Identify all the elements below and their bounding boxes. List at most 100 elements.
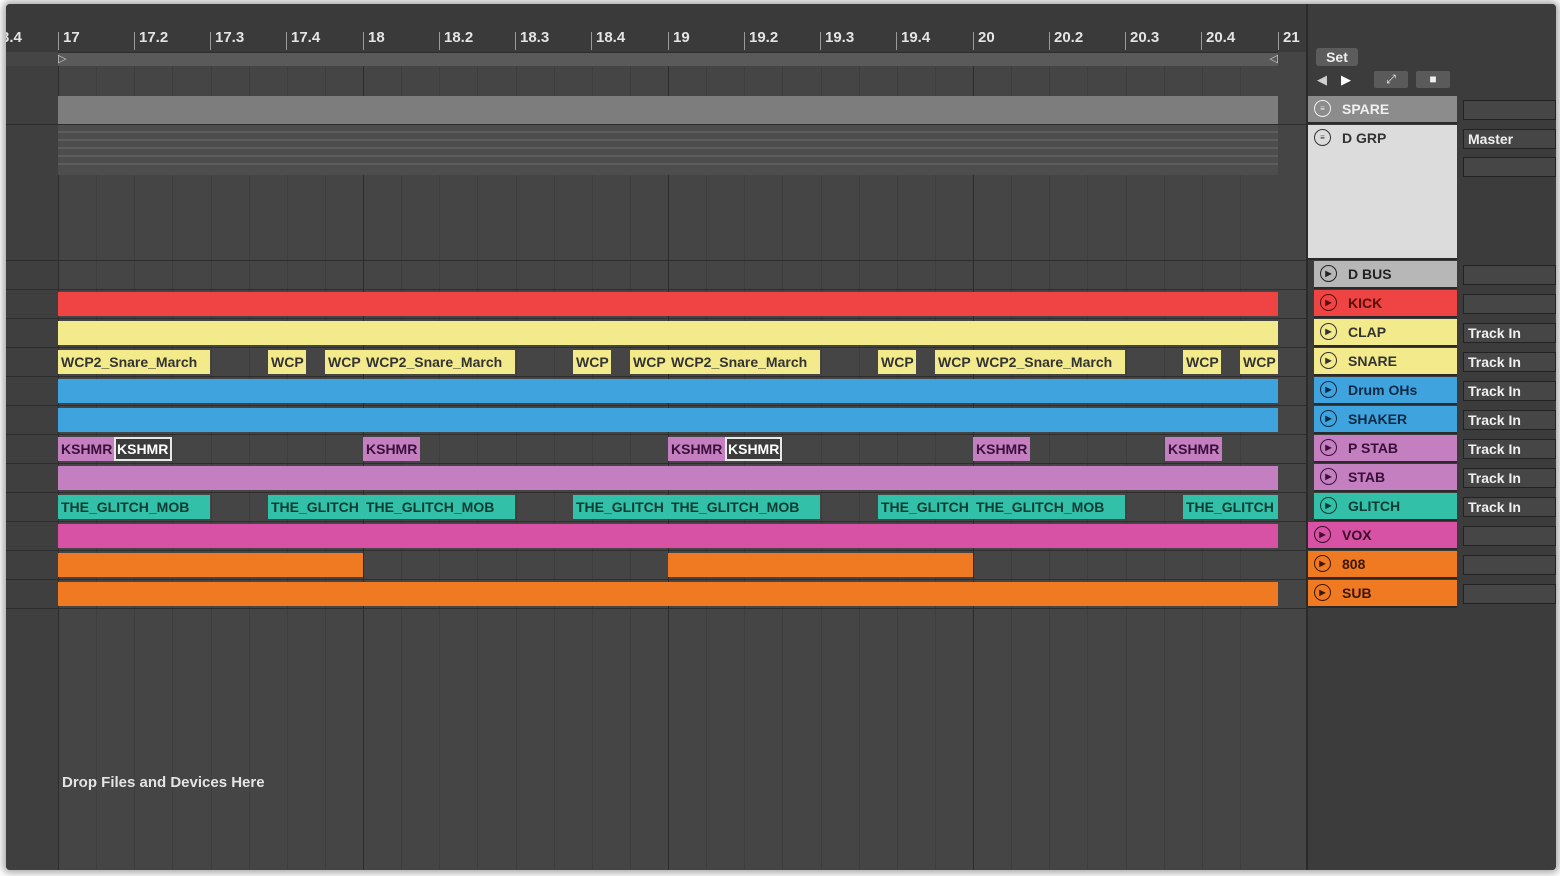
- track-header-stab[interactable]: ▶ STAB: [1314, 464, 1457, 492]
- track-header-snare[interactable]: ▶ SNARE: [1314, 348, 1457, 376]
- play-icon[interactable]: ▶: [1320, 468, 1337, 485]
- track-io-chooser-secondary[interactable]: [1463, 157, 1556, 177]
- clip-snare[interactable]: WCP2_Snare_March: [58, 350, 210, 374]
- play-icon[interactable]: ▶: [1314, 555, 1331, 572]
- clip-snare[interactable]: WCP: [935, 350, 973, 374]
- play-icon[interactable]: ▶: [1320, 294, 1337, 311]
- clip-snare[interactable]: WCP2_Snare_March: [668, 350, 820, 374]
- track-io-chooser[interactable]: [1463, 526, 1556, 546]
- beat-time-ruler[interactable]: 3.4 17 17.2 17.3 17.4 18 18.2 18.3 18.4 19 19.2 19.…: [6, 4, 1306, 52]
- track-io-chooser[interactable]: Track In: [1463, 468, 1556, 488]
- clip-name: THE_GLITCH_MOB: [976, 499, 1105, 515]
- play-icon[interactable]: ▶: [1320, 352, 1337, 369]
- clip-glitch[interactable]: THE_GLITCH_MOB: [58, 495, 210, 519]
- track-header-d-bus[interactable]: ▶ D BUS: [1314, 261, 1457, 289]
- track-io-chooser[interactable]: Track In: [1463, 352, 1556, 372]
- track-header-d-grp[interactable]: ≡ D GRP: [1308, 125, 1457, 260]
- track-io-chooser[interactable]: [1463, 265, 1556, 285]
- arrow-left-icon[interactable]: ◀: [1312, 72, 1332, 88]
- track-header-p-stab[interactable]: ▶ P STAB: [1314, 435, 1457, 463]
- clip-pstab[interactable]: KSHMR: [973, 437, 1030, 461]
- clip-name: KSHMR: [976, 441, 1028, 457]
- lane-spare[interactable]: [58, 96, 1278, 124]
- clip-glitch[interactable]: THE_GLITCH: [878, 495, 973, 519]
- group-fold-icon[interactable]: ≡: [1314, 129, 1331, 146]
- clip-sub[interactable]: [58, 582, 668, 606]
- loop-end-marker[interactable]: ◁: [1270, 54, 1278, 65]
- clip-vox[interactable]: [58, 524, 363, 548]
- play-icon[interactable]: ▶: [1320, 381, 1337, 398]
- clip-pstab[interactable]: KSHMR: [668, 437, 725, 461]
- track-io-chooser[interactable]: [1463, 100, 1556, 120]
- clip-stab[interactable]: [58, 466, 1278, 490]
- clip-808[interactable]: [58, 553, 363, 577]
- clip-snare[interactable]: WCP2_Snare_March: [973, 350, 1125, 374]
- clip-sub[interactable]: [668, 582, 1278, 606]
- play-icon[interactable]: ▶: [1314, 584, 1331, 601]
- set-button[interactable]: Set: [1316, 48, 1358, 66]
- clip-glitch[interactable]: THE_GLITCH_MOB: [363, 495, 515, 519]
- clip-pstab[interactable]: KSHMR: [114, 437, 172, 461]
- clip-glitch[interactable]: THE_GLITCH: [1183, 495, 1278, 519]
- track-io-chooser[interactable]: Track In: [1463, 323, 1556, 343]
- clip-kick[interactable]: [58, 292, 1278, 316]
- track-header-sub[interactable]: ▶ SUB: [1308, 580, 1457, 608]
- track-io-chooser[interactable]: Track In: [1463, 497, 1556, 517]
- arrow-right-icon[interactable]: ▶: [1336, 72, 1356, 88]
- play-icon[interactable]: ▶: [1314, 526, 1331, 543]
- clip-glitch[interactable]: THE_GLITCH: [268, 495, 363, 519]
- track-header-drum-ohs[interactable]: ▶ Drum OHs: [1314, 377, 1457, 405]
- clip-808[interactable]: [668, 553, 973, 577]
- clip-snare[interactable]: WCP: [1240, 350, 1278, 374]
- play-icon[interactable]: ▶: [1320, 410, 1337, 427]
- clip-snare[interactable]: WCP: [630, 350, 668, 374]
- track-io-chooser[interactable]: [1463, 584, 1556, 604]
- clip-snare[interactable]: WCP: [325, 350, 363, 374]
- clip-snare[interactable]: WCP: [268, 350, 306, 374]
- clip-vox[interactable]: [668, 524, 973, 548]
- clip-name: WCP: [633, 354, 666, 370]
- clip-vox[interactable]: [363, 524, 668, 548]
- track-io-chooser[interactable]: Track In: [1463, 410, 1556, 430]
- track-header-kick[interactable]: ▶ KICK: [1314, 290, 1457, 318]
- play-icon[interactable]: ▶: [1320, 265, 1337, 282]
- track-row-divider: [6, 463, 1306, 464]
- clip-snare[interactable]: WCP2_Snare_March: [363, 350, 515, 374]
- lock-icon[interactable]: ■: [1416, 71, 1450, 88]
- play-icon[interactable]: ▶: [1320, 497, 1337, 514]
- play-icon[interactable]: ▶: [1320, 439, 1337, 456]
- track-io-chooser[interactable]: [1463, 294, 1556, 314]
- clip-pstab[interactable]: KSHMR: [1165, 437, 1222, 461]
- clip-vox[interactable]: [973, 524, 1278, 548]
- clip-snare[interactable]: WCP: [878, 350, 916, 374]
- clip-glitch[interactable]: THE_GLITCH_MOB: [668, 495, 820, 519]
- group-fold-icon[interactable]: ≡: [1314, 100, 1331, 117]
- track-header-shaker[interactable]: ▶ SHAKER: [1314, 406, 1457, 434]
- clip-shaker[interactable]: [58, 408, 1278, 432]
- track-io-chooser[interactable]: Track In: [1463, 439, 1556, 459]
- arrangement-window: 3.4 17 17.2 17.3 17.4 18 18.2 18.3 18.4 19 19.2 19.…: [6, 4, 1556, 870]
- play-icon[interactable]: ▶: [1320, 323, 1337, 340]
- lane-d-grp-overview[interactable]: [58, 125, 1278, 175]
- expand-icon[interactable]: ⤢: [1374, 71, 1408, 88]
- clip-glitch[interactable]: THE_GLITCH: [573, 495, 668, 519]
- clip-snare[interactable]: WCP: [1183, 350, 1221, 374]
- clip-pstab[interactable]: KSHMR: [725, 437, 782, 461]
- clip-snare[interactable]: WCP: [573, 350, 611, 374]
- track-header-glitch[interactable]: ▶ GLITCH: [1314, 493, 1457, 521]
- clip-pstab[interactable]: KSHMR: [58, 437, 114, 461]
- clip-glitch[interactable]: THE_GLITCH_MOB: [973, 495, 1125, 519]
- track-io-chooser[interactable]: [1463, 555, 1556, 575]
- loop-start-marker[interactable]: ▷: [58, 54, 66, 65]
- ruler-tick-label: 20: [978, 29, 995, 46]
- clip-pstab[interactable]: KSHMR: [363, 437, 420, 461]
- track-io-chooser[interactable]: Track In: [1463, 381, 1556, 401]
- clip-name: KSHMR: [671, 441, 723, 457]
- track-header-808[interactable]: ▶ 808: [1308, 551, 1457, 579]
- track-io-chooser[interactable]: Master: [1463, 129, 1556, 149]
- track-header-spare[interactable]: ≡ SPARE: [1308, 96, 1457, 124]
- track-header-vox[interactable]: ▶ VOX: [1308, 522, 1457, 550]
- track-header-clap[interactable]: ▶ CLAP: [1314, 319, 1457, 347]
- clip-clap[interactable]: [58, 321, 1278, 345]
- clip-drum-ohs[interactable]: [58, 379, 1278, 403]
